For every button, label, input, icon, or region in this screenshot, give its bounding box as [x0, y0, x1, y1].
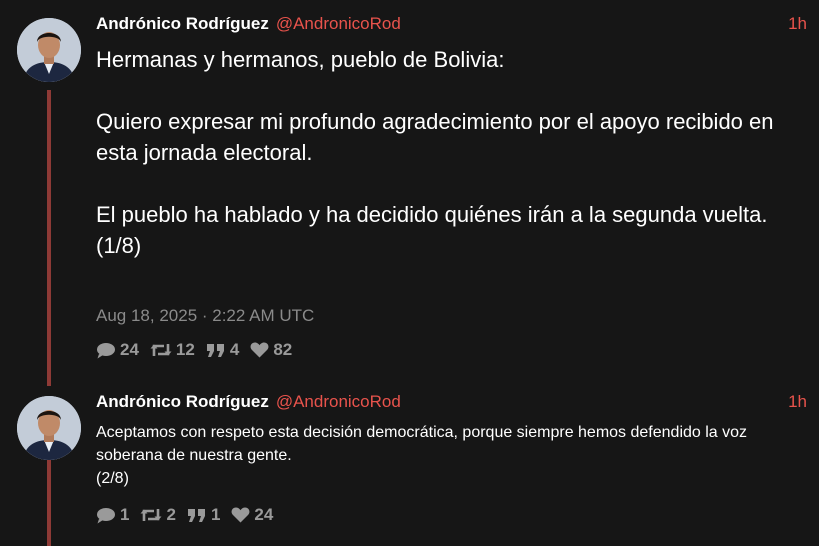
quote-icon [187, 508, 205, 522]
like-count: 24 [254, 505, 274, 524]
tweet-text: Hermanas y hermanos, pueblo de Bolivia: … [96, 47, 774, 258]
comment-icon [97, 507, 115, 523]
tweet-time[interactable]: 1h [788, 14, 807, 34]
tweet-2[interactable]: Andrónico Rodríguez @AndronicoRod 1h Ace… [0, 386, 819, 546]
quote-icon [206, 343, 224, 357]
tweet-header: Andrónico Rodríguez @AndronicoRod 1h [96, 14, 807, 36]
reply-count: 24 [120, 340, 139, 359]
like-stat[interactable]: 24 [231, 505, 273, 525]
retweet-icon [150, 344, 172, 356]
retweet-icon [140, 509, 162, 521]
thread-timeline: Andrónico Rodríguez @AndronicoRod 1h Her… [0, 0, 819, 546]
avatar-image [17, 396, 81, 460]
retweet-stat[interactable]: 2 [140, 505, 176, 525]
retweet-count: 2 [166, 505, 176, 524]
reply-count: 1 [120, 505, 130, 524]
author-name[interactable]: Andrónico Rodríguez [96, 392, 269, 412]
tweet-header: Andrónico Rodríguez @AndronicoRod 1h [96, 392, 807, 414]
like-count: 82 [273, 340, 293, 359]
heart-icon [231, 507, 250, 523]
author-handle[interactable]: @AndronicoRod [276, 14, 401, 34]
like-stat[interactable]: 82 [250, 340, 292, 360]
author-name[interactable]: Andrónico Rodríguez [96, 14, 269, 34]
comment-icon [97, 342, 115, 358]
avatar[interactable] [17, 396, 81, 460]
avatar[interactable] [17, 18, 81, 82]
retweet-stat[interactable]: 12 [150, 340, 195, 360]
quote-count: 4 [229, 340, 240, 359]
heart-icon [250, 342, 269, 358]
retweet-count: 12 [175, 340, 195, 359]
avatar-image [17, 18, 81, 82]
author-handle[interactable]: @AndronicoRod [276, 392, 401, 412]
tweet-text: Aceptamos con respeto esta decisión demo… [96, 424, 748, 487]
quote-stat[interactable]: 4 [206, 340, 239, 360]
reply-stat[interactable]: 24 [96, 340, 139, 360]
tweet-1[interactable]: Andrónico Rodríguez @AndronicoRod 1h Her… [0, 0, 819, 386]
tweet-stats: 1 2 1 24 [96, 505, 284, 525]
tweet-date[interactable]: Aug 18, 2025 · 2:22 AM UTC [96, 306, 314, 326]
tweet-time[interactable]: 1h [788, 392, 807, 412]
tweet-stats: 24 12 4 82 [96, 340, 303, 360]
quote-stat[interactable]: 1 [187, 505, 220, 525]
quote-count: 1 [210, 505, 221, 524]
reply-stat[interactable]: 1 [96, 505, 129, 525]
